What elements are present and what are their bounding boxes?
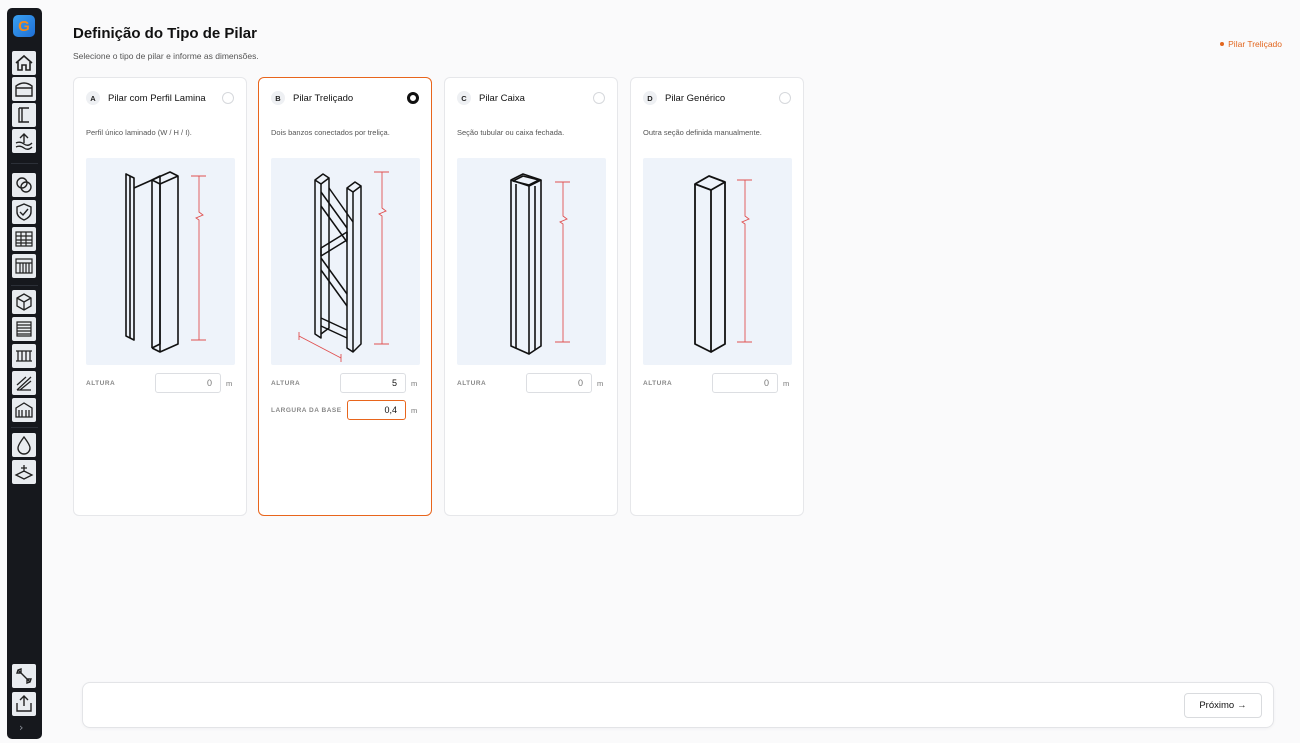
app-logo[interactable]: G (13, 15, 35, 37)
unit-label: m (411, 378, 418, 388)
sidebar-divider (11, 427, 38, 428)
stair-icon[interactable] (12, 371, 36, 395)
page-title: Definição do Tipo de Pilar (73, 25, 257, 42)
altura-input[interactable] (526, 373, 592, 393)
field-label: LARGURA DA BASE (271, 406, 342, 414)
card-pilar-caixa[interactable]: C Pilar Caixa Seção tubular ou caixa fec… (444, 77, 618, 516)
card-pilar-perfil-laminado[interactable]: A Pilar com Perfil Lamina Perfil único l… (73, 77, 247, 516)
card-description: Outra seção definida manualmente. (643, 128, 762, 137)
status-dot-icon (1220, 41, 1225, 46)
water-drop-icon[interactable] (12, 433, 36, 457)
unit-label: m (411, 405, 418, 415)
arrow-right-icon: → (1237, 700, 1247, 711)
card-radio[interactable] (222, 92, 234, 104)
card-radio[interactable] (779, 92, 791, 104)
lattice-column-illustration (271, 158, 420, 365)
unit-label: m (226, 378, 233, 388)
card-letter-badge: B (271, 91, 285, 105)
card-header: B Pilar Treliçado (271, 90, 419, 106)
sidebar-expand-icon[interactable]: › (19, 721, 23, 734)
warehouse-icon[interactable] (12, 77, 36, 101)
page-subtitle: Selecione o tipo de pilar e informe as d… (73, 51, 259, 61)
shield-check-icon[interactable] (12, 200, 36, 224)
cube-icon[interactable] (12, 290, 36, 314)
field-label: ALTURA (271, 379, 301, 387)
sidebar-divider (11, 163, 38, 164)
export-icon[interactable] (12, 692, 36, 716)
card-title: Pilar Treliçado (293, 92, 354, 104)
card-radio[interactable] (407, 92, 419, 104)
profile-section-icon[interactable] (12, 103, 36, 127)
card-radio[interactable] (593, 92, 605, 104)
wrench-icon[interactable] (12, 664, 36, 688)
footer-bar: Próximo → (82, 682, 1274, 728)
list-lines-icon[interactable] (12, 317, 36, 341)
card-letter-badge: C (457, 91, 471, 105)
generic-column-illustration (643, 158, 792, 365)
home-icon[interactable] (12, 51, 36, 75)
next-button[interactable]: Próximo → (1184, 693, 1262, 718)
card-letter-badge: D (643, 91, 657, 105)
grid-frame-icon[interactable] (12, 344, 36, 368)
sidebar: G › (7, 8, 42, 739)
building-icon[interactable] (12, 398, 36, 422)
card-title: Pilar com Perfil Lamina (108, 92, 206, 104)
box-column-illustration (457, 158, 606, 365)
logo-letter: G (18, 17, 30, 35)
unit-label: m (597, 378, 604, 388)
altura-input[interactable] (340, 373, 406, 393)
card-header: D Pilar Genérico (643, 90, 791, 106)
field-label: ALTURA (457, 379, 487, 387)
field-altura: ALTURA m (86, 373, 234, 393)
field-largura-base: LARGURA DA BASE m (271, 400, 419, 420)
field-altura: ALTURA m (271, 373, 419, 393)
table-grid-icon[interactable] (12, 227, 36, 251)
foundation-icon[interactable] (12, 460, 36, 484)
card-description: Perfil único laminado (W / H / I). (86, 128, 192, 137)
card-pilar-trelicado[interactable]: B Pilar Treliçado Dois banzos conectados… (258, 77, 432, 516)
field-altura: ALTURA m (643, 373, 791, 393)
materials-icon[interactable] (12, 173, 36, 197)
card-header: A Pilar com Perfil Lamina (86, 90, 234, 106)
table-list-icon[interactable] (12, 254, 36, 278)
card-title: Pilar Caixa (479, 92, 525, 104)
card-pilar-generico[interactable]: D Pilar Genérico Outra seção definida ma… (630, 77, 804, 516)
selected-type-indicator: Pilar Treliçado (1220, 39, 1282, 49)
sidebar-divider (11, 285, 38, 286)
card-letter-badge: A (86, 91, 100, 105)
card-description: Dois banzos conectados por treliça. (271, 128, 390, 137)
largura-base-input[interactable] (347, 400, 406, 420)
selected-type-label: Pilar Treliçado (1228, 39, 1282, 49)
field-label: ALTURA (643, 379, 673, 387)
card-description: Seção tubular ou caixa fechada. (457, 128, 565, 137)
field-label: ALTURA (86, 379, 116, 387)
next-button-label: Próximo (1199, 700, 1235, 711)
unit-label: m (783, 378, 790, 388)
upload-terrain-icon[interactable] (12, 129, 36, 153)
field-altura: ALTURA m (457, 373, 605, 393)
altura-input[interactable] (712, 373, 778, 393)
altura-input[interactable] (155, 373, 221, 393)
card-header: C Pilar Caixa (457, 90, 605, 106)
card-title: Pilar Genérico (665, 92, 726, 104)
laminated-column-illustration (86, 158, 235, 365)
